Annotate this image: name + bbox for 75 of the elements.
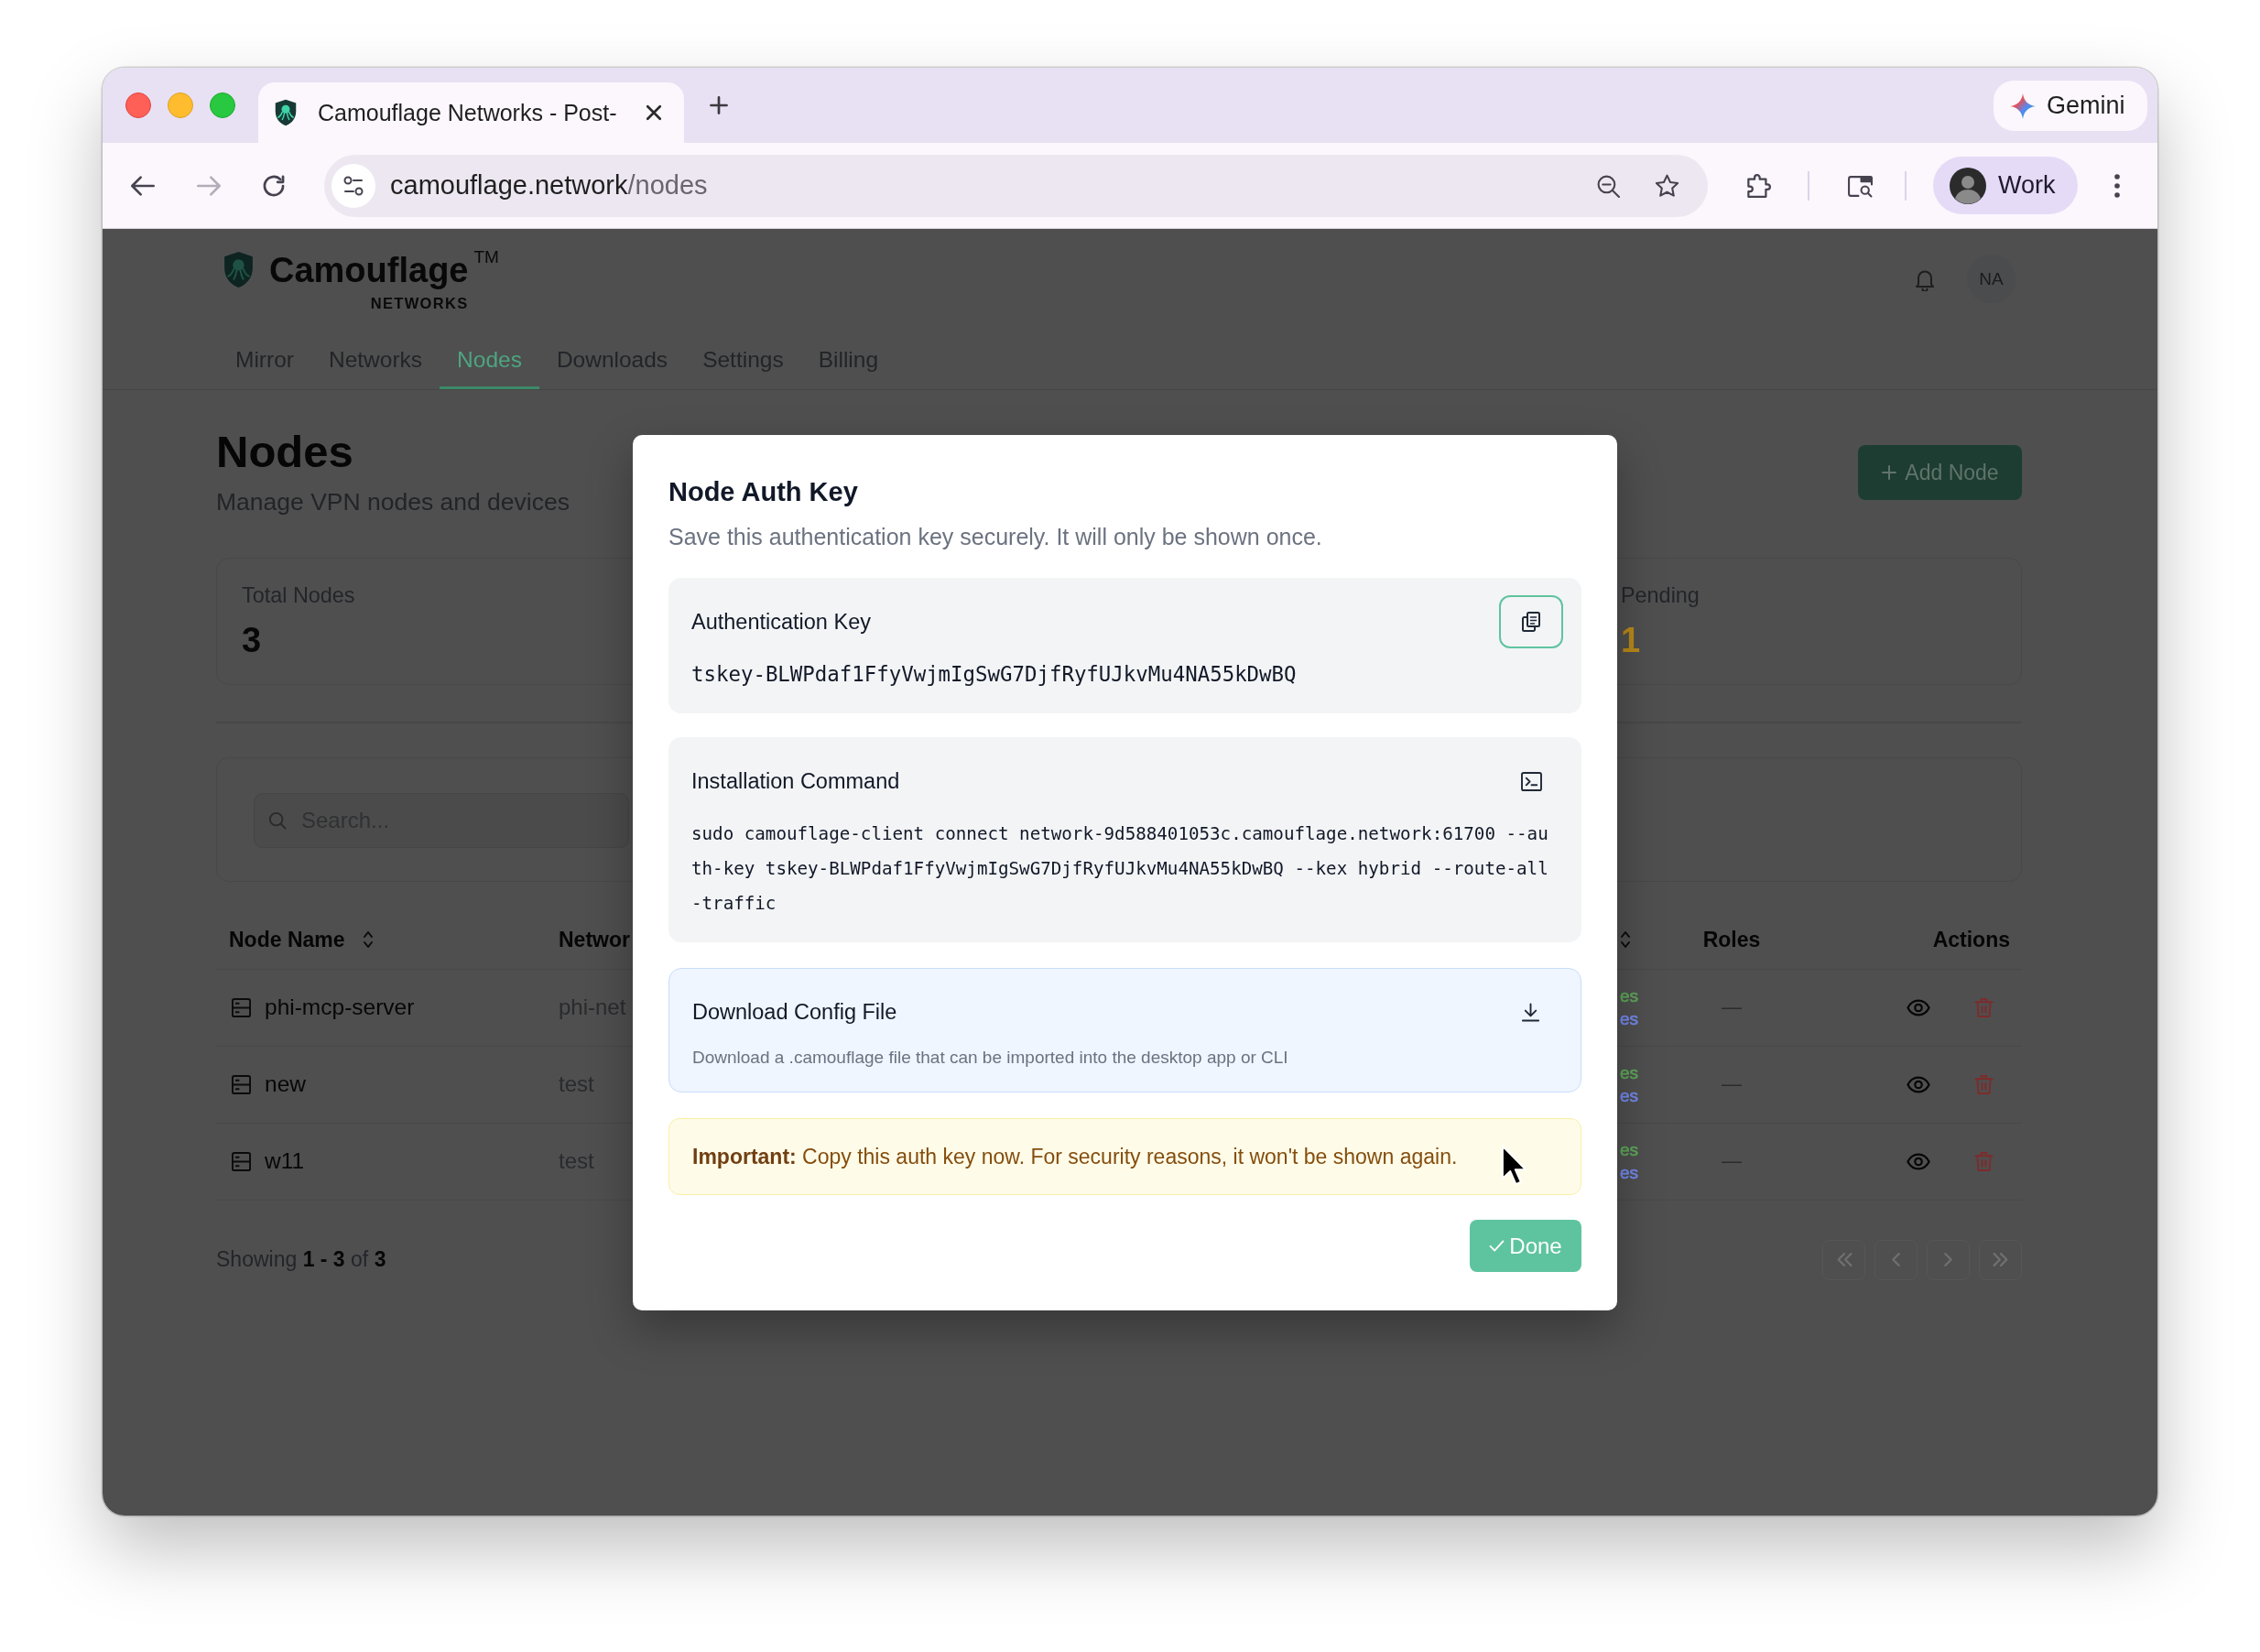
status-text: es — [1620, 1085, 1639, 1107]
eye-icon[interactable] — [1907, 1075, 1930, 1093]
zoom-out-icon[interactable] — [1596, 173, 1620, 198]
command-text: sudo camouflage-client connect network-9d588401053c.camouflage.network:61700 --auth-key tskey-BLWPdaf1FfyVwjmIgSwG7DjfRyfUJkvMu4NA55kDwBQ --kex hybrid --route-all-traffic — [691, 822, 1549, 916]
eye-icon[interactable] — [1907, 1152, 1930, 1170]
copy-icon — [1522, 612, 1540, 632]
node-name: new — [265, 1071, 306, 1097]
sort-icon[interactable] — [362, 930, 374, 949]
profile-button[interactable]: Work — [1933, 157, 2078, 214]
star-icon[interactable] — [1655, 173, 1679, 198]
logo-tagline: NETWORKS — [370, 295, 469, 312]
node-name: phi-mcp-server — [265, 994, 415, 1020]
reload-icon[interactable] — [262, 173, 286, 198]
download-icon[interactable] — [1520, 1002, 1540, 1022]
window-search-icon[interactable] — [1847, 173, 1873, 198]
server-icon — [232, 1074, 251, 1094]
plus-icon — [1881, 464, 1898, 481]
gemini-button[interactable]: Gemini — [1994, 81, 2147, 131]
terminal-icon[interactable] — [1520, 771, 1542, 791]
column-header: Networ — [559, 927, 630, 952]
chevron-left-icon — [1891, 1252, 1901, 1267]
trademark-text: TM — [473, 247, 499, 267]
close-window-icon[interactable] — [125, 92, 151, 118]
site-settings-icon[interactable] — [331, 163, 375, 208]
avatar-icon — [1950, 167, 1986, 204]
add-node-button[interactable]: Add Node — [1858, 445, 2022, 500]
logo-text: Camouflage — [269, 253, 469, 288]
stat-value: 3 — [242, 620, 263, 661]
roles-value: — — [1722, 1149, 1742, 1173]
status-text: es — [1620, 1008, 1639, 1030]
done-button[interactable]: Done — [1470, 1220, 1581, 1272]
shield-icon — [274, 99, 298, 126]
warning-text: Important: Copy this auth key now. For security reasons, it won't be shown again. — [692, 1144, 1458, 1169]
sparkle-icon — [2010, 92, 2036, 119]
roles-value: — — [1722, 995, 1742, 1019]
browser-tab[interactable]: Camouflage Networks - Post- — [258, 82, 684, 143]
puzzle-icon[interactable] — [1745, 172, 1771, 199]
panel-label: Authentication Key — [691, 609, 871, 635]
url-text: camouflage.network/nodes — [390, 170, 709, 201]
status-text: es — [1620, 985, 1639, 1007]
search-icon — [268, 810, 287, 830]
check-icon — [1489, 1240, 1505, 1252]
column-header: Node Name — [229, 927, 345, 952]
roles-value: — — [1722, 1072, 1742, 1096]
back-icon[interactable] — [130, 173, 156, 198]
download-title: Download Config File — [692, 999, 897, 1025]
nav-tab[interactable]: Nodes — [440, 331, 539, 389]
sort-icon[interactable] — [1620, 930, 1631, 949]
eye-icon[interactable] — [1907, 998, 1930, 1016]
status-text: es — [1620, 1139, 1639, 1161]
stat-value: 1 — [1621, 620, 1642, 661]
close-icon[interactable] — [646, 104, 662, 121]
double-chevron-right-icon — [1991, 1252, 2010, 1267]
chevron-right-icon — [1943, 1252, 1953, 1267]
status-text: es — [1620, 1062, 1639, 1084]
auth-key-text: tskey-BLWPdaf1FfyVwjmIgSwG7DjfRyfUJkvMu4NA55kDwBQ — [691, 661, 1298, 688]
page-title: Nodes — [216, 426, 354, 478]
status-text: es — [1620, 1162, 1639, 1184]
maximize-window-icon[interactable] — [210, 92, 235, 118]
minimize-window-icon[interactable] — [168, 92, 193, 118]
copy-button[interactable] — [1499, 595, 1563, 648]
double-chevron-left-icon — [1834, 1252, 1853, 1267]
kebab-menu-icon[interactable] — [2114, 173, 2120, 198]
download-description: Download a .camouflage file that can be imported into the desktop app or CLI — [692, 1047, 1289, 1069]
column-header: Actions — [1932, 927, 2010, 952]
dialog-description: Save this authentication key securely. It will only be shown once. — [668, 523, 1323, 551]
node-name: w11 — [265, 1148, 305, 1174]
shield-icon — [223, 251, 255, 288]
server-icon — [232, 1151, 251, 1171]
column-header: Roles — [1702, 927, 1761, 952]
dialog-title: Node Auth Key — [668, 476, 859, 508]
panel-label: Installation Command — [691, 768, 900, 794]
server-icon — [232, 997, 251, 1017]
address-bar[interactable]: camouflage.network/nodes — [324, 154, 1708, 217]
plus-icon[interactable] — [709, 95, 729, 115]
